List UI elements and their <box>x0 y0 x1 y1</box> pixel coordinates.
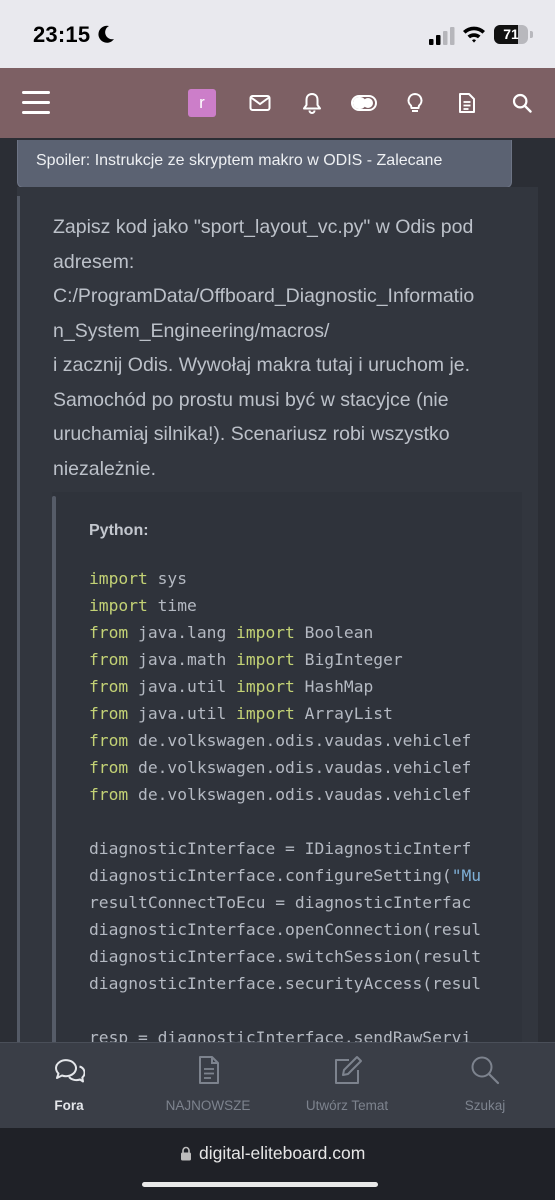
code-line: diagnosticInterface.openConnection(resul <box>89 916 494 943</box>
code-keyword: from <box>89 731 129 750</box>
quote-border <box>17 196 20 1047</box>
avatar[interactable]: r <box>188 89 216 117</box>
code-language-label: Python: <box>89 522 149 539</box>
post-line: i zacznij Odis. Wywołaj makra tutaj i ur… <box>53 354 471 376</box>
code-token: sys <box>147 569 188 588</box>
code-line: from java.math import BigInteger <box>89 646 494 673</box>
compose-icon <box>335 1056 362 1084</box>
menu-icon[interactable] <box>22 90 52 116</box>
moon-icon <box>98 25 114 43</box>
post-line: niezależnie. <box>53 457 156 480</box>
code-block-border <box>52 496 56 1052</box>
post-body: Zapisz kod jako "sport_layout_vc.py" w O… <box>53 210 523 486</box>
code-token: java.util <box>128 704 237 723</box>
battery-label: 71 <box>503 26 519 42</box>
code-token: de.volkswagen.odis.vaudas.vehiclef <box>128 731 472 750</box>
toggle-icon[interactable] <box>347 86 381 120</box>
code-line: diagnosticInterface.securityAccess(resul <box>89 970 494 997</box>
code-line: import sys <box>89 565 494 592</box>
code-token: java.lang <box>128 623 237 642</box>
code-line: from java.util import HashMap <box>89 673 494 700</box>
code-keyword: from <box>89 623 129 642</box>
code-keyword: from <box>89 758 129 777</box>
battery-cap <box>530 31 533 38</box>
signal-icon <box>429 27 455 45</box>
post-line: Zapisz kod jako "sport_layout_vc.py" w O… <box>53 216 474 238</box>
search-icon[interactable] <box>505 86 539 120</box>
code-token: java.math <box>128 650 237 669</box>
tab-search[interactable]: Szukaj <box>446 1043 524 1129</box>
status-time: 23:15 <box>33 22 91 47</box>
code-keyword: import <box>236 677 295 696</box>
tab-label: NAJNOWSZE <box>165 1098 251 1113</box>
home-indicator[interactable] <box>142 1182 378 1187</box>
code-line: from de.volkswagen.odis.vaudas.vehiclef <box>89 754 494 781</box>
lightbulb-icon[interactable] <box>398 86 432 120</box>
code-string: "Mu <box>451 866 482 885</box>
tab-post-thread[interactable]: Utwórz Temat <box>288 1043 406 1129</box>
code-token: ArrayList <box>294 704 393 723</box>
bell-icon[interactable] <box>295 86 329 120</box>
code-token: diagnosticInterface.switchSession(result <box>89 947 482 966</box>
code-keyword: import <box>236 623 295 642</box>
url-text[interactable]: digital-eliteboard.com <box>199 1143 365 1164</box>
whats-new-icon <box>199 1056 219 1084</box>
status-bar: 23:15 71 <box>0 0 555 68</box>
mail-icon[interactable] <box>243 86 277 120</box>
code-line: diagnosticInterface = IDiagnosticInterf <box>89 835 494 862</box>
code-line: from de.volkswagen.odis.vaudas.vehiclef <box>89 727 494 754</box>
code-token: de.volkswagen.odis.vaudas.vehiclef <box>128 785 472 804</box>
tab-label: Szukaj <box>464 1098 506 1113</box>
spoiler-button[interactable]: Spoiler: Instrukcje ze skryptem makro w … <box>17 140 512 188</box>
post-line: adresem: <box>53 250 135 273</box>
forums-icon <box>55 1059 85 1083</box>
code-token: diagnosticInterface.openConnection(resul <box>89 920 482 939</box>
code-line: resultConnectToEcu = diagnosticInterfac <box>89 889 494 916</box>
code-token: HashMap <box>294 677 374 696</box>
tab-whats-new[interactable]: NAJNOWSZE <box>152 1043 264 1129</box>
forum-header: r <box>0 68 555 138</box>
code-line: diagnosticInterface.switchSession(result <box>89 943 494 970</box>
code-keyword: from <box>89 677 129 696</box>
tab-forums[interactable]: Fora <box>28 1043 110 1129</box>
code-line: from de.volkswagen.odis.vaudas.vehiclef <box>89 781 494 808</box>
lock-icon <box>181 1146 191 1161</box>
code-token: BigInteger <box>294 650 403 669</box>
post-line: C:/ProgramData/Offboard_Diagnostic_Infor… <box>53 285 475 307</box>
code-keyword: import <box>89 596 148 615</box>
document-icon[interactable] <box>450 86 484 120</box>
post-line: n_System_Engineering/macros/ <box>53 319 330 342</box>
post-line: uruchamiaj silnika!). Scenariusz robi ws… <box>53 423 450 445</box>
search-icon <box>471 1056 500 1085</box>
code-line: import time <box>89 592 494 619</box>
wifi-icon <box>463 26 485 43</box>
code-keyword: import <box>236 704 295 723</box>
code-token: de.volkswagen.odis.vaudas.vehiclef <box>128 758 472 777</box>
battery-indicator: 71 <box>494 25 528 44</box>
code-token: diagnosticInterface.configureSetting( <box>89 866 452 885</box>
code-token: resultConnectToEcu = diagnosticInterfac <box>89 893 472 912</box>
code-keyword: import <box>236 650 295 669</box>
bottom-tab-bar: Fora NAJNOWSZE Utwórz Temat Szukaj <box>0 1042 555 1128</box>
code-content[interactable]: import sys import time from java.lang impo… <box>89 565 494 1055</box>
code-token: Boolean <box>294 623 374 642</box>
code-keyword: from <box>89 650 129 669</box>
code-keyword: from <box>89 704 129 723</box>
post-line: Samochód po prostu musi być w stacyjce (… <box>53 388 449 411</box>
code-token: java.util <box>128 677 237 696</box>
tab-label: Utwórz Temat <box>305 1098 389 1113</box>
code-token: time <box>147 596 197 615</box>
tab-label: Fora <box>54 1098 84 1113</box>
code-keyword: from <box>89 785 129 804</box>
browser-url-bar[interactable] <box>0 1128 555 1200</box>
code-line: from java.lang import Boolean <box>89 619 494 646</box>
code-token: diagnosticInterface.securityAccess(resul <box>89 974 482 993</box>
code-line: from java.util import ArrayList <box>89 700 494 727</box>
code-token: diagnosticInterface = IDiagnosticInterf <box>89 839 472 858</box>
code-keyword: import <box>89 569 148 588</box>
code-line: diagnosticInterface.configureSetting("Mu <box>89 862 494 889</box>
